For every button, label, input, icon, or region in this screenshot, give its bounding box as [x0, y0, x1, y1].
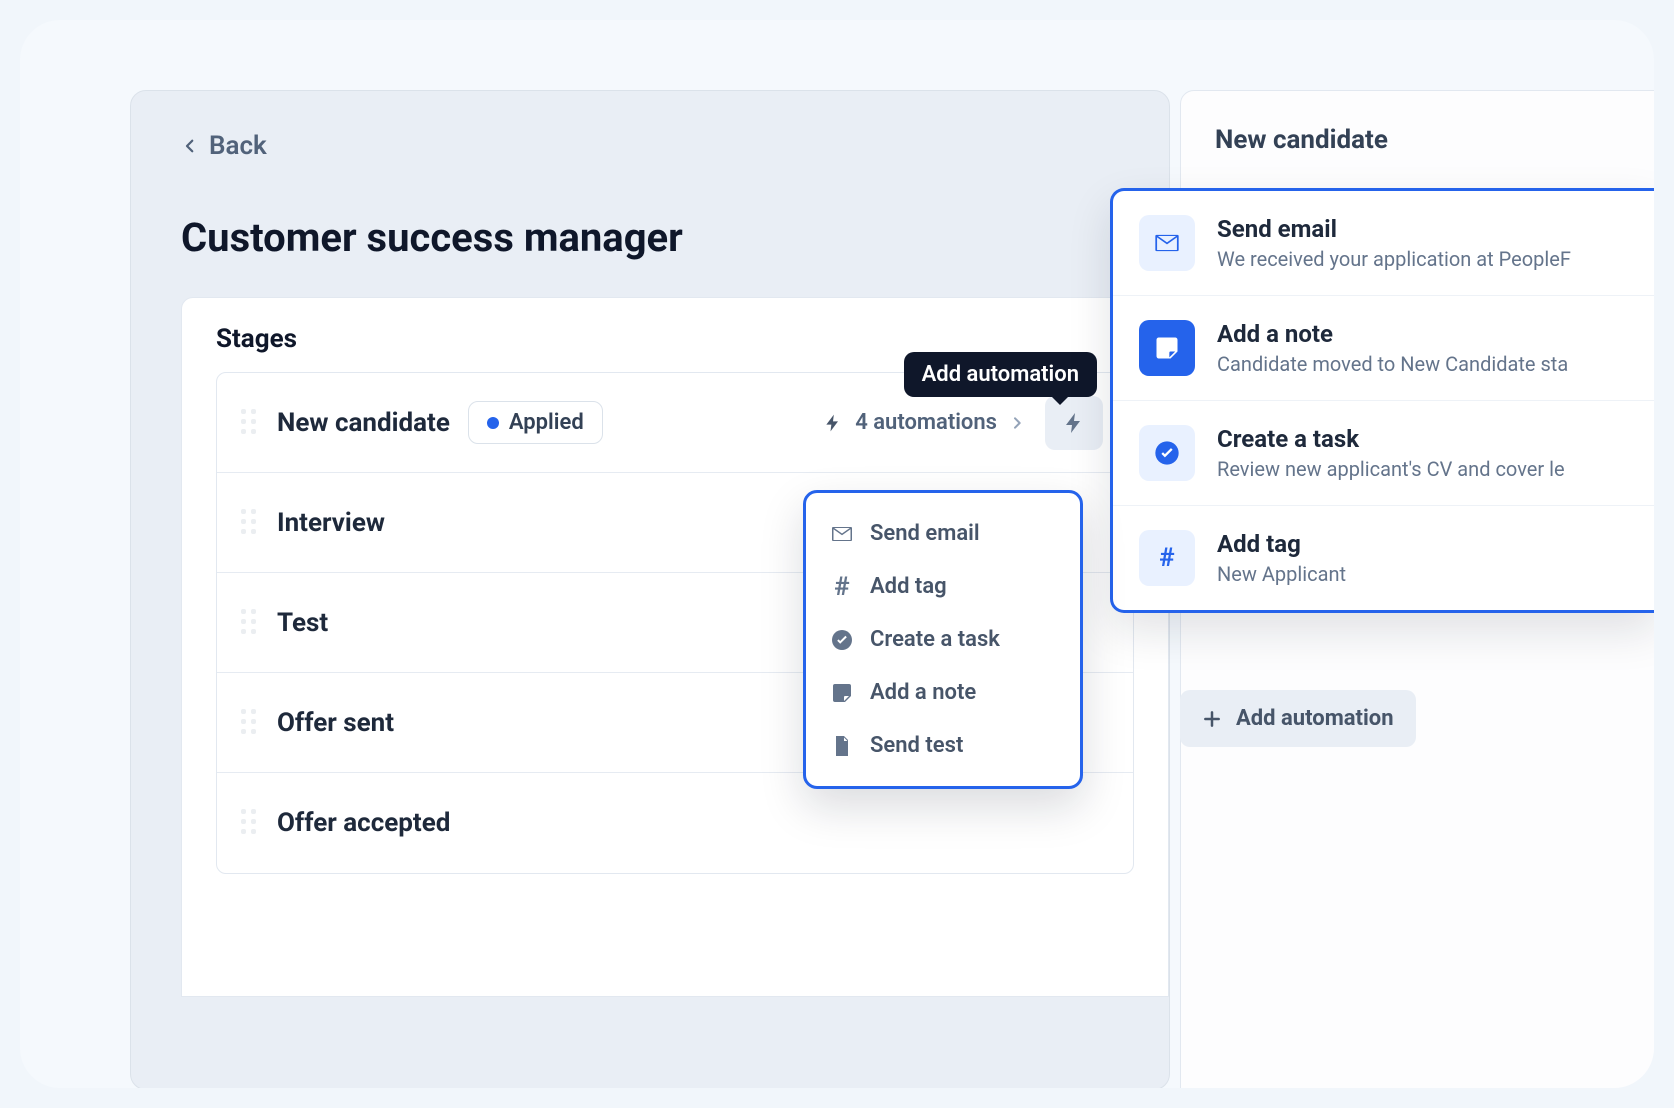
envelope-icon	[1139, 215, 1195, 271]
dropdown-item-label: Add tag	[870, 574, 947, 599]
automation-desc: Candidate moved to New Candidate sta	[1217, 352, 1568, 376]
note-icon	[1139, 320, 1195, 376]
dropdown-item-send-test[interactable]: Send test	[816, 719, 1070, 772]
hash-icon: #	[830, 575, 854, 599]
automation-item-send-email[interactable]: Send email We received your application …	[1113, 191, 1654, 296]
automation-item-create-task[interactable]: Create a task Review new applicant's CV …	[1113, 401, 1654, 506]
automations-count-label: 4 automations	[855, 410, 997, 435]
dropdown-item-label: Send test	[870, 733, 963, 758]
back-link[interactable]: Back	[131, 131, 267, 161]
automation-item-add-tag[interactable]: # Add tag New Applicant	[1113, 506, 1654, 610]
automation-title: Send email	[1217, 215, 1571, 243]
note-icon	[830, 681, 854, 705]
dropdown-item-label: Create a task	[870, 627, 1000, 652]
stage-name: New candidate	[277, 408, 450, 438]
add-automation-button-secondary[interactable]: Add automation	[1180, 690, 1416, 747]
automation-item-add-note[interactable]: Add a note Candidate moved to New Candid…	[1113, 296, 1654, 401]
page-title: Customer success manager	[131, 164, 1169, 297]
dropdown-item-label: Add a note	[870, 680, 976, 705]
envelope-icon	[830, 522, 854, 546]
stage-row-new-candidate[interactable]: New candidate Applied 4 automations Add …	[217, 373, 1133, 473]
stage-name: Interview	[277, 508, 385, 538]
automation-title: Add a note	[1217, 320, 1568, 348]
add-automation-button[interactable]: Add automation	[1045, 396, 1103, 450]
drag-handle-icon[interactable]	[241, 409, 259, 437]
automation-desc: We received your application at PeopleF	[1217, 247, 1571, 271]
stage-name: Offer sent	[277, 708, 394, 738]
drag-handle-icon[interactable]	[241, 809, 259, 837]
stage-badge-label: Applied	[509, 410, 584, 435]
chevron-right-icon	[1009, 412, 1025, 434]
dropdown-item-send-email[interactable]: Send email	[816, 507, 1070, 560]
stage-badge-applied: Applied	[468, 401, 603, 444]
automations-count-link[interactable]: 4 automations	[823, 410, 1025, 435]
add-automation-tooltip: Add automation	[904, 352, 1097, 397]
automation-list-card: Send email We received your application …	[1110, 188, 1654, 613]
doc-icon	[830, 734, 854, 758]
automation-title: Add tag	[1217, 530, 1346, 558]
status-dot-icon	[487, 417, 499, 429]
add-automation-label: Add automation	[1236, 706, 1394, 731]
bolt-icon	[823, 411, 843, 435]
drag-handle-icon[interactable]	[241, 709, 259, 737]
automation-title: Create a task	[1217, 425, 1565, 453]
check-icon	[830, 628, 854, 652]
check-icon	[1139, 425, 1195, 481]
detail-panel-title: New candidate	[1215, 125, 1654, 181]
bolt-icon	[1062, 409, 1086, 437]
stage-name: Test	[277, 608, 328, 638]
automation-type-dropdown: Send email # Add tag Create a task Add a…	[803, 490, 1083, 789]
hash-icon: #	[1139, 530, 1195, 586]
plus-icon	[1202, 709, 1222, 729]
automation-desc: New Applicant	[1217, 562, 1346, 586]
dropdown-item-label: Send email	[870, 521, 980, 546]
drag-handle-icon[interactable]	[241, 609, 259, 637]
dropdown-item-add-note[interactable]: Add a note	[816, 666, 1070, 719]
dropdown-item-add-tag[interactable]: # Add tag	[816, 560, 1070, 613]
chevron-left-icon	[181, 132, 199, 160]
back-link-label: Back	[209, 131, 267, 161]
stage-name: Offer accepted	[277, 808, 450, 838]
dropdown-item-create-task[interactable]: Create a task	[816, 613, 1070, 666]
drag-handle-icon[interactable]	[241, 509, 259, 537]
automation-desc: Review new applicant's CV and cover le	[1217, 457, 1565, 481]
